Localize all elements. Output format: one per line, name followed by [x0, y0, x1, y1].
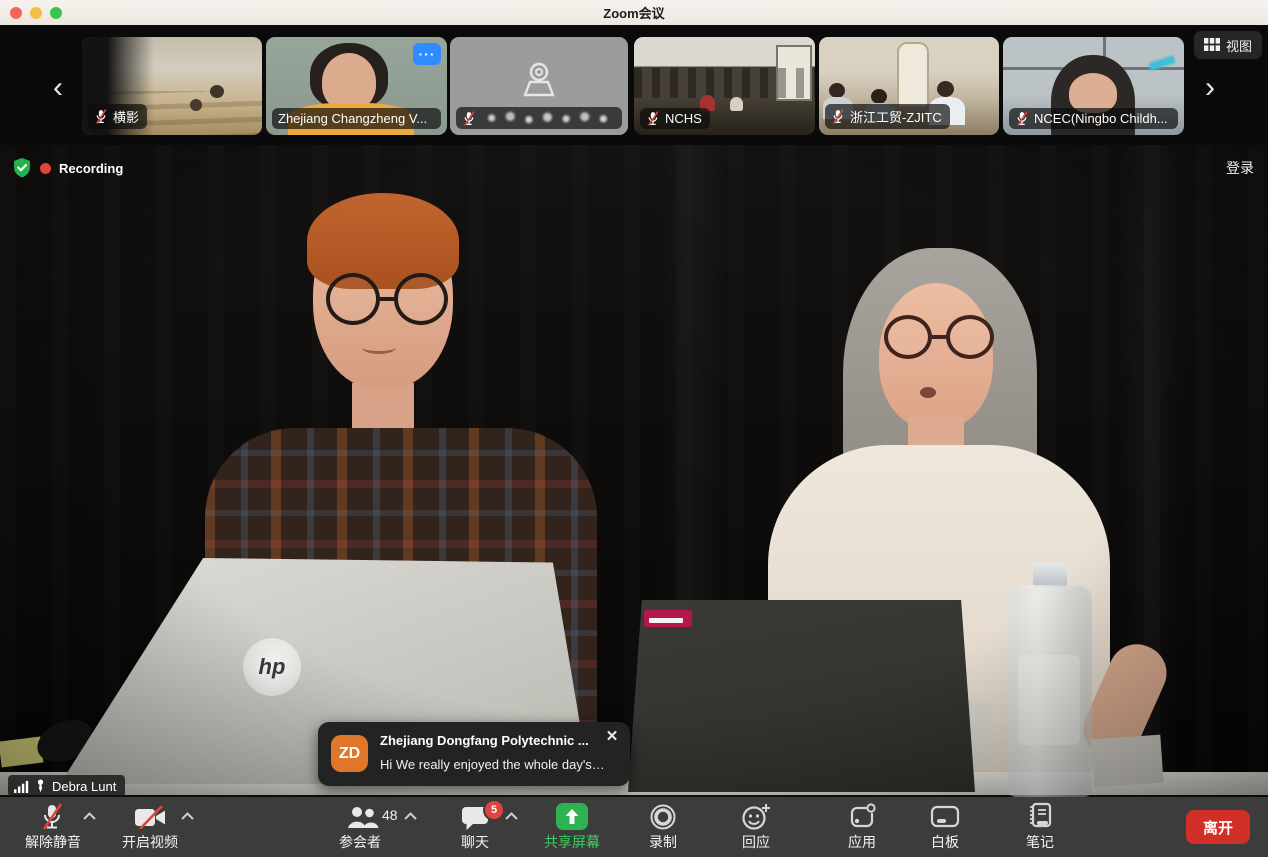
participant-thumbnail[interactable]: NCEC(Ningbo Childh... — [1003, 37, 1184, 135]
close-icon[interactable]: ✕ — [603, 728, 621, 746]
pin-icon — [34, 779, 47, 793]
attendee-figure — [871, 89, 887, 104]
muted-mic-icon — [1015, 111, 1029, 126]
security-shield-icon — [12, 157, 32, 179]
unmute-label: 解除静音 — [25, 832, 81, 852]
chat-sender-name: Zhejiang Dongfang Polytechnic ... — [380, 733, 605, 748]
record-icon — [649, 803, 677, 831]
chat-label: 聊天 — [461, 832, 489, 852]
participant-name-label — [456, 107, 622, 129]
speaker-name: Debra Lunt — [52, 779, 116, 794]
participant-thumbnail[interactable]: 横影 — [82, 37, 262, 135]
participant-name-label: NCEC(Ningbo Childh... — [1009, 108, 1178, 129]
participant-name-label: NCHS — [640, 108, 710, 129]
muted-mic-icon — [646, 111, 660, 126]
reactions-label: 回应 — [742, 832, 770, 852]
chat-unread-badge: 5 — [483, 799, 505, 821]
video-off-icon — [134, 806, 166, 829]
participant-name-label: Zhejiang Changzheng V... — [272, 108, 441, 129]
whiteboard-label: 白板 — [931, 832, 959, 852]
whiteboard-icon — [930, 805, 960, 829]
muted-mic-icon — [39, 803, 65, 831]
window-titlebar: Zoom会议 — [0, 0, 1268, 25]
participants-count: 48 — [382, 807, 398, 823]
notes-icon — [1027, 802, 1053, 830]
notes-label: 笔记 — [1026, 832, 1054, 852]
filmstrip-next-button[interactable]: › — [1198, 73, 1222, 103]
share-screen-label: 共享屏幕 — [544, 832, 600, 852]
person-face — [1069, 73, 1117, 113]
muted-mic-icon — [94, 109, 108, 124]
thumbnail-more-button[interactable]: ··· — [413, 43, 441, 65]
chat-options-caret[interactable] — [505, 812, 518, 820]
reactions-smiley-icon — [741, 803, 771, 831]
participant-thumbnail[interactable]: 浙江工贸-ZJITC — [819, 37, 999, 135]
chat-notification-popup[interactable]: ZD Zhejiang Dongfang Polytechnic ... Hi … — [318, 722, 630, 786]
muted-mic-icon — [462, 111, 476, 126]
video-options-caret[interactable] — [181, 812, 194, 820]
record-label: 录制 — [649, 832, 677, 852]
bookshelf-texture — [634, 68, 815, 97]
chat-message-preview: Hi We really enjoyed the whole day's… — [380, 757, 612, 772]
recording-label: Recording — [59, 161, 123, 176]
participant-thumbnail[interactable]: ··· Zhejiang Changzheng V... — [266, 37, 447, 135]
leave-meeting-button[interactable]: 离开 — [1186, 810, 1250, 844]
attendee-figure — [829, 83, 845, 98]
door-shape — [897, 42, 929, 108]
participant-name: NCHS — [665, 111, 702, 126]
participant-name-label: 横影 — [88, 104, 147, 129]
participants-options-caret[interactable] — [404, 812, 417, 820]
grid-view-icon — [1204, 38, 1220, 52]
attendee-figure — [937, 81, 954, 97]
signal-strength-icon — [14, 780, 29, 793]
recording-indicator: Recording — [12, 157, 123, 179]
participant-name-label: 浙江工贸-ZJITC — [825, 104, 950, 129]
mic-options-caret[interactable] — [83, 812, 96, 820]
active-speaker-video: hp Recording 登录 Debra Lunt — [0, 145, 1268, 797]
vignette-overlay — [0, 145, 1268, 797]
apps-icon — [848, 803, 876, 831]
window-title: Zoom会议 — [0, 3, 1268, 22]
view-button-label: 视图 — [1226, 36, 1252, 55]
zoom-meeting-window: Zoom会议 ‹ › 横影 ··· Zhejiang Changzheng V. — [0, 0, 1268, 857]
participants-label: 参会者 — [339, 832, 381, 852]
participant-thumbnail[interactable]: NCHS — [634, 37, 815, 135]
muted-mic-icon — [831, 109, 845, 124]
participant-name: 横影 — [113, 107, 139, 126]
participant-name: NCEC(Ningbo Childh... — [1034, 111, 1168, 126]
student-figure — [210, 85, 224, 98]
chat-avatar: ZD — [331, 735, 368, 772]
speaker-name-tag: Debra Lunt — [8, 775, 125, 797]
filmstrip-prev-button[interactable]: ‹ — [46, 73, 70, 103]
participant-name-illegible — [481, 110, 614, 126]
attendee-figure — [730, 97, 743, 111]
view-button[interactable]: 视图 — [1194, 31, 1262, 59]
participants-icon — [345, 805, 379, 830]
start-video-label: 开启视频 — [122, 832, 178, 852]
meeting-toolbar: 解除静音 开启视频 48 参会者 5 聊天 — [0, 797, 1268, 857]
participant-filmstrip: ‹ › 横影 ··· Zhejiang Changzheng V... — [0, 25, 1268, 145]
recording-dot — [40, 163, 51, 174]
share-screen-icon — [556, 803, 588, 830]
participant-name: 浙江工贸-ZJITC — [850, 107, 942, 126]
participant-name: Zhejiang Changzheng V... — [278, 111, 427, 126]
participant-thumbnail[interactable] — [450, 37, 628, 135]
apps-label: 应用 — [848, 832, 876, 852]
student-figure — [190, 99, 202, 111]
sign-in-link[interactable]: 登录 — [1226, 158, 1254, 178]
ptz-camera-icon — [518, 61, 560, 101]
